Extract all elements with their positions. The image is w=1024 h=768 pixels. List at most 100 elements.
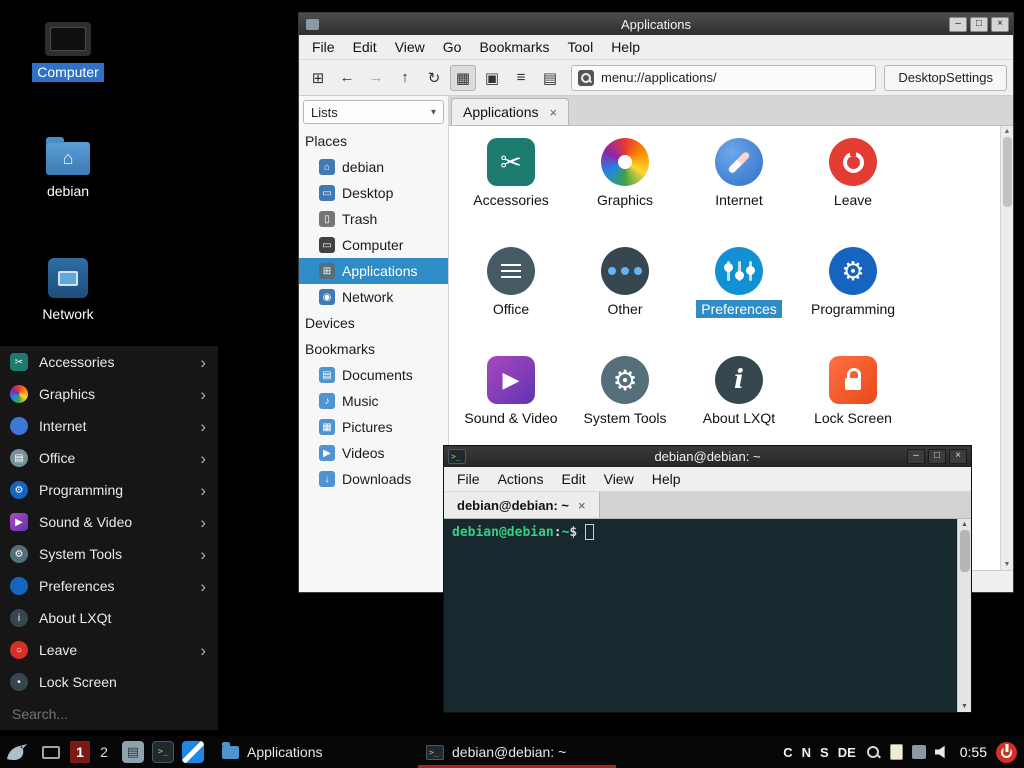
menu-item-leave[interactable]: ○ Leave › bbox=[0, 634, 218, 666]
terminal-launcher-icon[interactable]: >_ bbox=[152, 741, 174, 763]
scroll-down-icon[interactable]: ▼ bbox=[1004, 561, 1011, 568]
fm-scrollbar[interactable]: ▲ ▼ bbox=[1000, 126, 1013, 570]
menu-view[interactable]: View bbox=[386, 37, 434, 57]
bookmark-documents[interactable]: ▤ Documents bbox=[299, 362, 448, 388]
tab-applications[interactable]: Applications × bbox=[451, 98, 569, 125]
power-button[interactable] bbox=[996, 742, 1017, 763]
minimize-button[interactable]: – bbox=[949, 17, 967, 32]
desktop-settings-button[interactable]: DesktopSettings bbox=[884, 65, 1007, 91]
minimize-button[interactable]: – bbox=[907, 449, 925, 464]
file-manager-launcher-icon[interactable]: ▤ bbox=[122, 741, 144, 763]
thumbnail-view-icon[interactable]: ▣ bbox=[479, 65, 505, 91]
bookmark-downloads[interactable]: ↓ Downloads bbox=[299, 466, 448, 492]
menu-item-accessories[interactable]: ✂ Accessories › bbox=[0, 346, 218, 378]
bookmark-pictures[interactable]: ▦ Pictures bbox=[299, 414, 448, 440]
menu-actions[interactable]: Actions bbox=[489, 469, 553, 489]
start-menu-button[interactable] bbox=[5, 740, 29, 764]
menu-file[interactable]: File bbox=[448, 469, 489, 489]
app-graphics[interactable]: Graphics bbox=[568, 132, 682, 241]
keyboard-layout[interactable]: DE bbox=[838, 745, 856, 760]
terminal-screen[interactable]: debian@debian:~$ bbox=[444, 519, 957, 712]
desktop-icon-network[interactable]: Network bbox=[20, 258, 116, 324]
magnifier-tray-icon[interactable] bbox=[865, 744, 881, 760]
app-sound-video[interactable]: ▶ Sound & Video bbox=[454, 350, 568, 459]
app-other[interactable]: Other bbox=[568, 241, 682, 350]
desktop-icon-computer[interactable]: Computer bbox=[20, 22, 116, 82]
place-trash[interactable]: ▯ Trash bbox=[299, 206, 448, 232]
menu-item-internet[interactable]: Internet › bbox=[0, 410, 218, 442]
new-tab-icon[interactable]: ⊞ bbox=[305, 65, 331, 91]
menu-item-system-tools[interactable]: ⚙ System Tools › bbox=[0, 538, 218, 570]
bookmark-videos[interactable]: ▶ Videos bbox=[299, 440, 448, 466]
scroll-up-icon[interactable]: ▲ bbox=[1004, 128, 1011, 135]
place-debian[interactable]: ⌂ debian bbox=[299, 154, 448, 180]
tab-close-icon[interactable]: × bbox=[550, 105, 558, 120]
maximize-button[interactable]: □ bbox=[928, 449, 946, 464]
menu-help[interactable]: Help bbox=[602, 37, 649, 57]
terminal-scrollbar[interactable]: ▲ ▼ bbox=[957, 519, 971, 712]
task-terminal[interactable]: >_ debian@debian: ~ bbox=[418, 736, 616, 768]
menu-edit[interactable]: Edit bbox=[552, 469, 594, 489]
menu-item-programming[interactable]: ⚙ Programming › bbox=[0, 474, 218, 506]
place-computer[interactable]: ▭ Computer bbox=[299, 232, 448, 258]
detailed-view-icon[interactable]: ▤ bbox=[537, 65, 563, 91]
compact-view-icon[interactable]: ≡ bbox=[508, 65, 534, 91]
menu-bookmarks[interactable]: Bookmarks bbox=[470, 37, 558, 57]
workspace-2-button[interactable]: 2 bbox=[94, 741, 114, 763]
desktop-icon-debian[interactable]: ⌂ debian bbox=[20, 142, 116, 201]
bookmark-music[interactable]: ♪ Music bbox=[299, 388, 448, 414]
app-accessories[interactable]: ✂ Accessories bbox=[454, 132, 568, 241]
menu-item-office[interactable]: ▤ Office › bbox=[0, 442, 218, 474]
menu-item-sound-video[interactable]: ▶ Sound & Video › bbox=[0, 506, 218, 538]
search-input[interactable] bbox=[12, 706, 206, 722]
close-button[interactable]: × bbox=[991, 17, 1009, 32]
menu-item-lock-screen[interactable]: • Lock Screen bbox=[0, 666, 218, 698]
menu-item-preferences[interactable]: Preferences › bbox=[0, 570, 218, 602]
scroll-thumb[interactable] bbox=[960, 530, 970, 572]
editor-launcher-icon[interactable] bbox=[182, 741, 204, 763]
menu-file[interactable]: File bbox=[303, 37, 344, 57]
tab-close-icon[interactable]: × bbox=[578, 498, 586, 513]
menu-edit[interactable]: Edit bbox=[344, 37, 386, 57]
menu-help[interactable]: Help bbox=[643, 469, 690, 489]
menu-search[interactable] bbox=[0, 698, 218, 730]
app-office[interactable]: Office bbox=[454, 241, 568, 350]
tray-icon[interactable] bbox=[912, 745, 926, 759]
place-applications[interactable]: ⊞ Applications bbox=[299, 258, 448, 284]
maximize-button[interactable]: □ bbox=[970, 17, 988, 32]
volume-icon[interactable] bbox=[935, 745, 951, 759]
menu-item-about-lxqt[interactable]: i About LXQt bbox=[0, 602, 218, 634]
task-applications[interactable]: Applications bbox=[214, 736, 412, 768]
icon-view-icon[interactable]: ▦ bbox=[450, 65, 476, 91]
path-bar[interactable]: menu://applications/ bbox=[571, 65, 876, 91]
refresh-icon[interactable]: ↻ bbox=[421, 65, 447, 91]
back-icon[interactable]: ← bbox=[334, 65, 360, 91]
show-desktop-icon[interactable] bbox=[42, 746, 60, 759]
scroll-thumb[interactable] bbox=[1003, 137, 1012, 207]
sidebar-mode-combo[interactable]: Lists ▾ bbox=[303, 100, 444, 124]
menu-tool[interactable]: Tool bbox=[559, 37, 603, 57]
app-system-tools[interactable]: ⚙ System Tools bbox=[568, 350, 682, 459]
place-desktop[interactable]: ▭ Desktop bbox=[299, 180, 448, 206]
app-internet[interactable]: Internet bbox=[682, 132, 796, 241]
clock[interactable]: 0:55 bbox=[960, 744, 987, 760]
menu-go[interactable]: Go bbox=[434, 37, 471, 57]
app-programming[interactable]: ⚙ Programming bbox=[796, 241, 910, 350]
scroll-up-icon[interactable]: ▲ bbox=[961, 521, 968, 528]
scroll-down-icon[interactable]: ▼ bbox=[961, 703, 968, 710]
up-icon[interactable]: ↑ bbox=[392, 65, 418, 91]
terminal-titlebar[interactable]: >_ debian@debian: ~ – □ × bbox=[444, 446, 971, 467]
app-about-lxqt[interactable]: i About LXQt bbox=[682, 350, 796, 459]
forward-icon[interactable]: → bbox=[363, 65, 389, 91]
menu-view[interactable]: View bbox=[595, 469, 643, 489]
workspace-1-button[interactable]: 1 bbox=[70, 741, 90, 763]
clipboard-tray-icon[interactable] bbox=[890, 744, 903, 760]
place-network[interactable]: ◉ Network bbox=[299, 284, 448, 310]
app-preferences[interactable]: Preferences bbox=[682, 241, 796, 350]
app-lock-screen[interactable]: Lock Screen bbox=[796, 350, 910, 459]
terminal-tab[interactable]: debian@debian: ~ × bbox=[444, 492, 600, 518]
app-leave[interactable]: Leave bbox=[796, 132, 910, 241]
close-button[interactable]: × bbox=[949, 449, 967, 464]
menu-item-graphics[interactable]: Graphics › bbox=[0, 378, 218, 410]
fm-titlebar[interactable]: Applications – □ × bbox=[299, 13, 1013, 35]
